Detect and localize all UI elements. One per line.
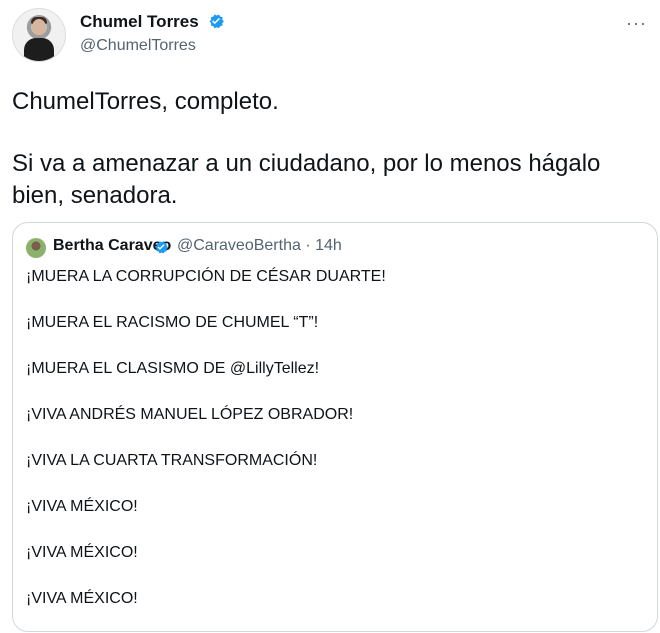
quoted-tweet[interactable]: Bertha Caraveo @CaraveoBertha · 14h ¡MUE… bbox=[12, 222, 658, 632]
quoted-tweet-time: · 14h bbox=[305, 237, 342, 254]
quoted-line-7: ¡VIVA MÉXICO! bbox=[26, 544, 138, 561]
quoted-author-avatar bbox=[26, 238, 46, 258]
avatar-head bbox=[32, 19, 46, 35]
quoted-tweet-text: ¡MUERA LA CORRUPCIÓN DE CÉSAR DUARTE! ¡M… bbox=[26, 265, 636, 633]
quoted-line-2: ¡MUERA EL RACISMO DE CHUMEL “T”! bbox=[26, 314, 319, 331]
tweet-text-line-1: ChumelTorres, completo. bbox=[12, 88, 279, 115]
author-name[interactable]: Chumel Torres bbox=[80, 12, 199, 32]
tweet-text-gap bbox=[12, 118, 648, 148]
quoted-line-6: ¡VIVA MÉXICO! bbox=[26, 498, 138, 515]
verified-badge-icon bbox=[155, 241, 168, 254]
quoted-line-5: ¡VIVA LA CUARTA TRANSFORMACIÓN! bbox=[26, 452, 318, 469]
author-handle[interactable]: @ChumelTorres bbox=[80, 37, 196, 55]
author-avatar[interactable] bbox=[12, 8, 66, 62]
tweet-text-line-2: Si va a amenazar a un ciudadano, por lo … bbox=[12, 150, 601, 209]
avatar-body bbox=[24, 38, 54, 61]
verified-badge-icon bbox=[209, 14, 225, 29]
quoted-author-meta: @CaraveoBertha · 14h bbox=[177, 237, 342, 255]
more-options-icon[interactable]: ··· bbox=[626, 14, 646, 32]
tweet-text: ChumelTorres, completo. Si va a amenazar… bbox=[12, 86, 648, 212]
author-name-row: Chumel Torres bbox=[80, 12, 225, 32]
tweet-header: Chumel Torres @ChumelTorres ··· bbox=[12, 6, 648, 62]
quoted-line-1: ¡MUERA LA CORRUPCIÓN DE CÉSAR DUARTE! bbox=[26, 268, 386, 285]
quoted-author-handle: @CaraveoBertha bbox=[177, 237, 301, 254]
quoted-line-4: ¡VIVA ANDRÉS MANUEL LÓPEZ OBRADOR! bbox=[26, 406, 354, 423]
quoted-line-3: ¡MUERA EL CLASISMO DE @LillyTellez! bbox=[26, 360, 320, 377]
quoted-line-8: ¡VIVA MÉXICO! bbox=[26, 590, 138, 607]
